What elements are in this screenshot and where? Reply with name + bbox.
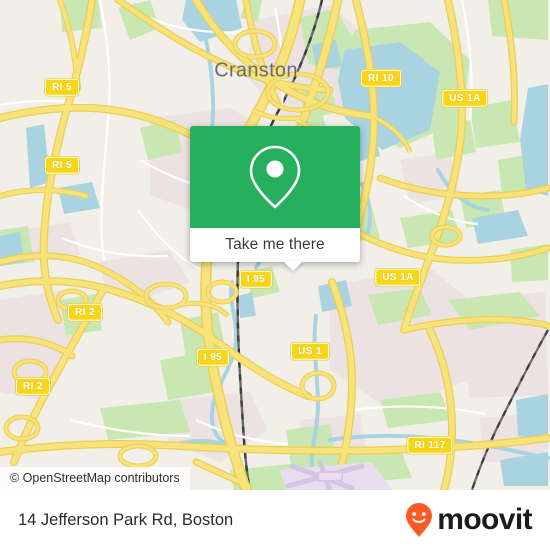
road-shield: US 1A — [375, 268, 421, 286]
address-label: 14 Jefferson Park Rd, Boston — [18, 510, 234, 529]
road-shield: RI 5 — [45, 78, 79, 96]
moovit-logo[interactable]: moovit — [404, 502, 533, 538]
osm-attribution[interactable]: © OpenStreetMap contributors — [0, 467, 190, 490]
road-shield: RI 5 — [45, 156, 79, 174]
moovit-wordmark: moovit — [437, 503, 532, 536]
road-shield: I 95 — [239, 270, 273, 288]
moovit-map-screen: Cranston RI 5 RI 5 RI 10 US 1A US 1A I 95 RI 2… — [0, 0, 550, 550]
road-shield: RI 2 — [68, 303, 102, 321]
road-shield: US 1 — [291, 342, 329, 360]
take-me-there-label: Take me there — [225, 236, 325, 253]
take-me-there-button[interactable]: Take me there — [190, 228, 360, 262]
popup-pointer-tail — [283, 261, 303, 271]
map-label-cranston: Cranston — [214, 59, 298, 82]
location-popup-card[interactable]: Take me there — [190, 126, 360, 271]
road-shield: US 1A — [442, 89, 488, 107]
moovit-smiley-pin-icon — [406, 503, 433, 537]
road-shield: RI 10 — [361, 69, 401, 87]
road-shield: RI 117 — [407, 436, 453, 454]
popup-pin-area — [190, 126, 360, 228]
road-shield: RI 2 — [16, 377, 50, 395]
footer-bar: 14 Jefferson Park Rd, Boston moovit — [0, 490, 550, 550]
road-shield: I 95 — [196, 348, 230, 366]
location-pin-icon — [249, 145, 301, 209]
map-canvas[interactable]: Cranston RI 5 RI 5 RI 10 US 1A US 1A I 95 RI 2… — [0, 0, 550, 490]
